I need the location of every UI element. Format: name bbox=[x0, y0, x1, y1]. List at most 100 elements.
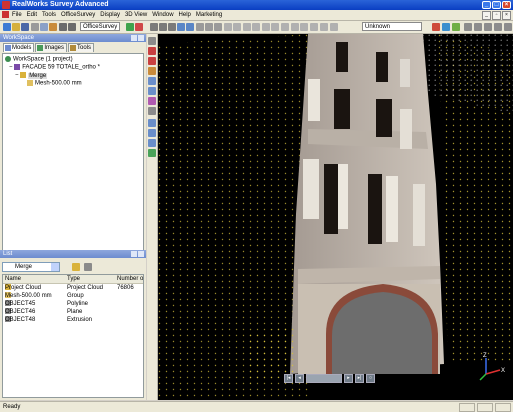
table-row[interactable]: OBJECT45 Polyline bbox=[3, 300, 143, 308]
panel-close-icon[interactable] bbox=[138, 251, 144, 257]
pin-icon[interactable] bbox=[131, 35, 137, 41]
panel-close-icon[interactable] bbox=[138, 35, 144, 41]
delete-tool-icon[interactable] bbox=[148, 47, 156, 55]
maximize-button[interactable]: □ bbox=[492, 1, 501, 9]
measure-icon[interactable] bbox=[233, 23, 241, 31]
settings-icon[interactable] bbox=[330, 23, 338, 31]
pick-tool-icon[interactable] bbox=[148, 107, 156, 115]
polyline-tool-icon[interactable] bbox=[148, 87, 156, 95]
mode-dropdown[interactable]: OfficeSurvey bbox=[80, 22, 120, 31]
menu-window[interactable]: Window bbox=[152, 11, 173, 19]
menu-marketing[interactable]: Marketing bbox=[196, 11, 222, 19]
tree-item-merge[interactable]: − Merge bbox=[15, 72, 48, 80]
redo-icon[interactable] bbox=[68, 23, 76, 31]
zoom-fit-icon[interactable] bbox=[148, 139, 156, 147]
tab-models[interactable]: Models bbox=[3, 43, 35, 52]
zoom-in-icon[interactable] bbox=[148, 119, 156, 127]
red-marker-icon[interactable] bbox=[432, 23, 440, 31]
collapse-icon[interactable]: − bbox=[15, 73, 19, 79]
menu-edit[interactable]: Edit bbox=[27, 11, 37, 19]
select-icon[interactable] bbox=[150, 23, 158, 31]
menu-officesurvey[interactable]: OfficeSurvey bbox=[61, 11, 95, 19]
view-side-icon[interactable] bbox=[214, 23, 222, 31]
tab-tools[interactable]: Tools bbox=[68, 43, 95, 52]
paste-icon[interactable] bbox=[49, 23, 57, 31]
column-number[interactable]: Number o bbox=[117, 275, 143, 283]
loop-icon[interactable]: ○ bbox=[366, 374, 375, 383]
fence-tool-icon[interactable] bbox=[148, 77, 156, 85]
undo-icon[interactable] bbox=[59, 23, 67, 31]
points-icon[interactable] bbox=[291, 23, 299, 31]
shading-icon[interactable] bbox=[262, 23, 270, 31]
measure-tool-icon[interactable] bbox=[148, 97, 156, 105]
blue-marker-icon[interactable] bbox=[442, 23, 450, 31]
render-icon[interactable] bbox=[243, 23, 251, 31]
table-row[interactable]: Mesh-500.00 mm Group bbox=[3, 292, 143, 300]
view-front-icon[interactable] bbox=[196, 23, 204, 31]
column-type[interactable]: Type bbox=[67, 275, 80, 283]
table-row[interactable]: OBJECT48 Extrusion bbox=[3, 316, 143, 324]
group-selector[interactable]: Merge bbox=[2, 262, 60, 272]
first-frame-icon[interactable]: |◂ bbox=[284, 374, 293, 383]
cut-tool-icon[interactable] bbox=[148, 57, 156, 65]
tool-c-icon[interactable] bbox=[484, 23, 492, 31]
view-options-icon[interactable] bbox=[84, 263, 92, 271]
zoom-out-icon[interactable] bbox=[148, 129, 156, 137]
doc-minimize-button[interactable]: _ bbox=[482, 11, 491, 20]
image-icon[interactable] bbox=[310, 23, 318, 31]
folder-up-icon[interactable] bbox=[72, 263, 80, 271]
tab-images[interactable]: Images bbox=[35, 43, 68, 52]
camera-icon[interactable] bbox=[320, 23, 328, 31]
minimize-button[interactable]: _ bbox=[482, 1, 491, 9]
prev-frame-icon[interactable]: ◂ bbox=[295, 374, 304, 383]
cut-icon[interactable] bbox=[31, 23, 39, 31]
tool-a-icon[interactable] bbox=[464, 23, 472, 31]
menu-3d-view[interactable]: 3D View bbox=[125, 11, 147, 19]
rotate-icon[interactable] bbox=[168, 23, 176, 31]
stop-icon[interactable] bbox=[135, 23, 143, 31]
grid-icon[interactable] bbox=[224, 23, 232, 31]
tool-e-icon[interactable] bbox=[504, 23, 512, 31]
frame-slider[interactable] bbox=[306, 374, 342, 383]
fit-icon[interactable] bbox=[186, 23, 194, 31]
collapse-icon[interactable]: − bbox=[9, 65, 13, 71]
zoom-icon[interactable] bbox=[177, 23, 185, 31]
view-top-icon[interactable] bbox=[205, 23, 213, 31]
table-row[interactable]: Project Cloud Project Cloud 76806 bbox=[3, 284, 143, 292]
tool-d-icon[interactable] bbox=[494, 23, 502, 31]
pin-icon[interactable] bbox=[131, 251, 137, 257]
point-cloud-scene[interactable] bbox=[158, 34, 513, 400]
tool-b-icon[interactable] bbox=[474, 23, 482, 31]
chevron-down-icon[interactable] bbox=[51, 263, 59, 271]
segment-tool-icon[interactable] bbox=[148, 67, 156, 75]
menu-help[interactable]: Help bbox=[179, 11, 191, 19]
doc-close-button[interactable]: × bbox=[502, 11, 511, 20]
menu-file[interactable]: File bbox=[12, 11, 22, 19]
3d-viewport[interactable]: |◂ ◂ ▸ ▸| ○ Z X bbox=[158, 34, 513, 400]
tree-item-mesh[interactable]: Mesh-500.00 mm bbox=[27, 80, 82, 88]
unknown-dropdown[interactable]: Unknown bbox=[362, 22, 422, 31]
process-icon[interactable] bbox=[126, 23, 134, 31]
color-icon[interactable] bbox=[281, 23, 289, 31]
menu-display[interactable]: Display bbox=[100, 11, 120, 19]
pan-icon[interactable] bbox=[159, 23, 167, 31]
select-tool-icon[interactable] bbox=[148, 37, 156, 45]
menu-tools[interactable]: Tools bbox=[42, 11, 56, 19]
new-icon[interactable] bbox=[3, 23, 11, 31]
copy-icon[interactable] bbox=[40, 23, 48, 31]
open-icon[interactable] bbox=[12, 23, 20, 31]
doc-restore-button[interactable]: ▫ bbox=[492, 11, 501, 20]
orbit-icon[interactable] bbox=[148, 149, 156, 157]
tree-item-workspace[interactable]: WorkSpace (1 project) bbox=[5, 56, 73, 64]
light-icon[interactable] bbox=[252, 23, 260, 31]
column-name[interactable]: Name bbox=[5, 275, 21, 283]
mesh-icon[interactable] bbox=[300, 23, 308, 31]
green-marker-icon[interactable] bbox=[452, 23, 460, 31]
tree-item-project[interactable]: − FACADE 59 TOTALE_ortho * bbox=[9, 64, 100, 72]
save-icon[interactable] bbox=[21, 23, 29, 31]
clip-icon[interactable] bbox=[271, 23, 279, 31]
close-button[interactable]: × bbox=[502, 1, 511, 9]
table-row[interactable]: OBJECT46 Plane bbox=[3, 308, 143, 316]
last-frame-icon[interactable]: ▸| bbox=[355, 374, 364, 383]
next-frame-icon[interactable]: ▸ bbox=[344, 374, 353, 383]
